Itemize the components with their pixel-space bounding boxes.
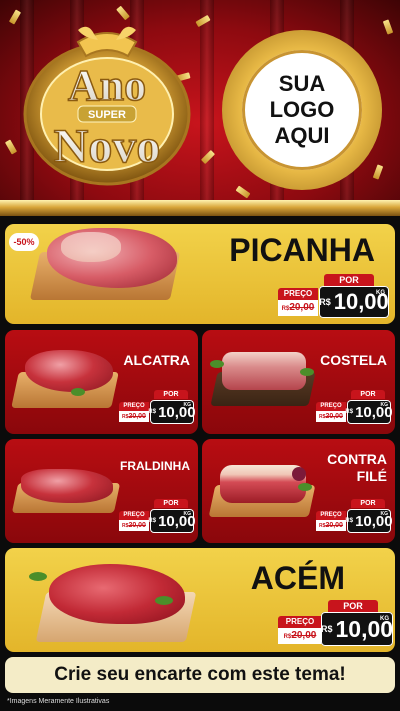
confetti [116,5,130,21]
header-banner: Ano SUPER Novo SUA LOGO AQUI [0,0,400,205]
old-price: R$20,00 [278,300,318,316]
confetti [235,185,251,199]
unit-label: KG [380,616,389,622]
logo-line-2: LOGO [269,97,335,122]
unit-label: KG [380,511,389,517]
costela-meat-image [222,352,306,390]
por-label: POR [351,499,385,508]
new-price-prefix: R$ [345,518,354,524]
herb-garnish [298,483,312,491]
herb-garnish [155,596,173,605]
por-label: POR [351,390,385,399]
confetti [382,19,394,35]
product-card-alcatra: ALCATRA POR PREÇO R$20,00 R$ 10,00 KG [5,330,198,434]
onion-garnish [292,467,306,481]
unit-label: KG [376,290,385,296]
confetti [372,164,384,180]
old-price-value: 20,00 [291,630,317,641]
logo-line-3: AQUI [274,123,330,148]
por-label: POR [154,499,188,508]
old-price-value: 20,00 [289,302,315,313]
herb-garnish [210,360,224,368]
new-price: R$ 10,00 KG [345,509,393,533]
new-price: R$ 10,00 KG [148,509,196,533]
footnote: *Imagens Meramente Ilustrativas [7,698,110,705]
por-label: POR [324,274,374,286]
old-price: R$20,00 [119,520,149,531]
meat-fat [61,232,121,262]
new-price-prefix: R$ [148,409,157,415]
por-label: POR [154,390,188,399]
unit-label: KG [183,511,192,517]
herb-garnish [300,368,314,376]
discount-badge: -50% [9,233,39,251]
new-price: R$ 10,00 KG [148,400,196,424]
product-card-picanha: PICANHA POR PREÇO R$20,00 R$ 10,00 KG [5,224,395,324]
badge-word-novo: Novo [54,120,161,173]
ano-novo-badge: Ano SUPER Novo [23,26,191,186]
unit-label: KG [183,402,192,408]
old-price: R$20,00 [278,628,322,644]
herb-garnish [29,572,47,581]
gold-divider [0,200,400,216]
old-price: R$20,00 [316,411,346,422]
new-price-prefix: R$ [345,409,354,415]
preco-label: PREÇO [278,288,318,300]
badge-word-ano: Ano [68,61,146,110]
new-price-prefix: R$ [319,297,331,307]
curtain-fold [200,0,214,205]
new-price: R$ 10,00 KG [345,400,393,424]
product-name: FRALDINHA [120,459,190,473]
product-name: ACÉM [250,560,345,596]
new-price-prefix: R$ [148,518,157,524]
preco-label: PREÇO [316,511,346,520]
product-name: ALCATRA [123,352,190,368]
logo-placeholder: SUA LOGO AQUI [242,50,362,170]
cta-banner: Crie seu encarte com este tema! [5,657,395,693]
por-label: POR [328,600,378,612]
new-price: R$ 10,00 KG [319,286,389,318]
fraldinha-meat-image [21,469,113,503]
product-card-acem: ACÉM POR PREÇO R$20,00 R$ 10,00 KG [5,548,395,652]
new-price: R$ 10,00 KG [321,612,393,646]
old-price: R$20,00 [316,520,346,531]
old-price-value: 20,00 [325,413,343,420]
product-card-contra-file: CONTRA FILÉ POR PREÇO R$20,00 R$ 10,00 K… [202,439,395,543]
preco-label: PREÇO [316,402,346,411]
preco-label: PREÇO [278,616,322,628]
product-name: COSTELA [320,352,387,368]
product-card-costela: COSTELA POR PREÇO R$20,00 R$ 10,00 KG [202,330,395,434]
acem-meat-image [49,564,185,624]
old-price: R$20,00 [119,411,149,422]
product-name-line-1: CONTRA [327,451,387,467]
new-price-prefix: R$ [320,624,333,634]
old-price-value: 20,00 [128,413,146,420]
preco-label: PREÇO [119,402,149,411]
unit-label: KG [380,402,389,408]
preco-label: PREÇO [119,511,149,520]
herb-garnish [71,388,85,396]
product-name: PICANHA [229,232,375,268]
confetti [4,139,18,155]
product-card-fraldinha: FRALDINHA POR PREÇO R$20,00 R$ 10,00 KG [5,439,198,543]
logo-badge: SUA LOGO AQUI [222,30,382,190]
old-price-value: 20,00 [128,522,146,529]
old-price-value: 20,00 [325,522,343,529]
logo-line-1: SUA [278,71,326,96]
product-name: CONTRA FILÉ [327,451,387,485]
product-name-line-2: FILÉ [356,468,387,484]
